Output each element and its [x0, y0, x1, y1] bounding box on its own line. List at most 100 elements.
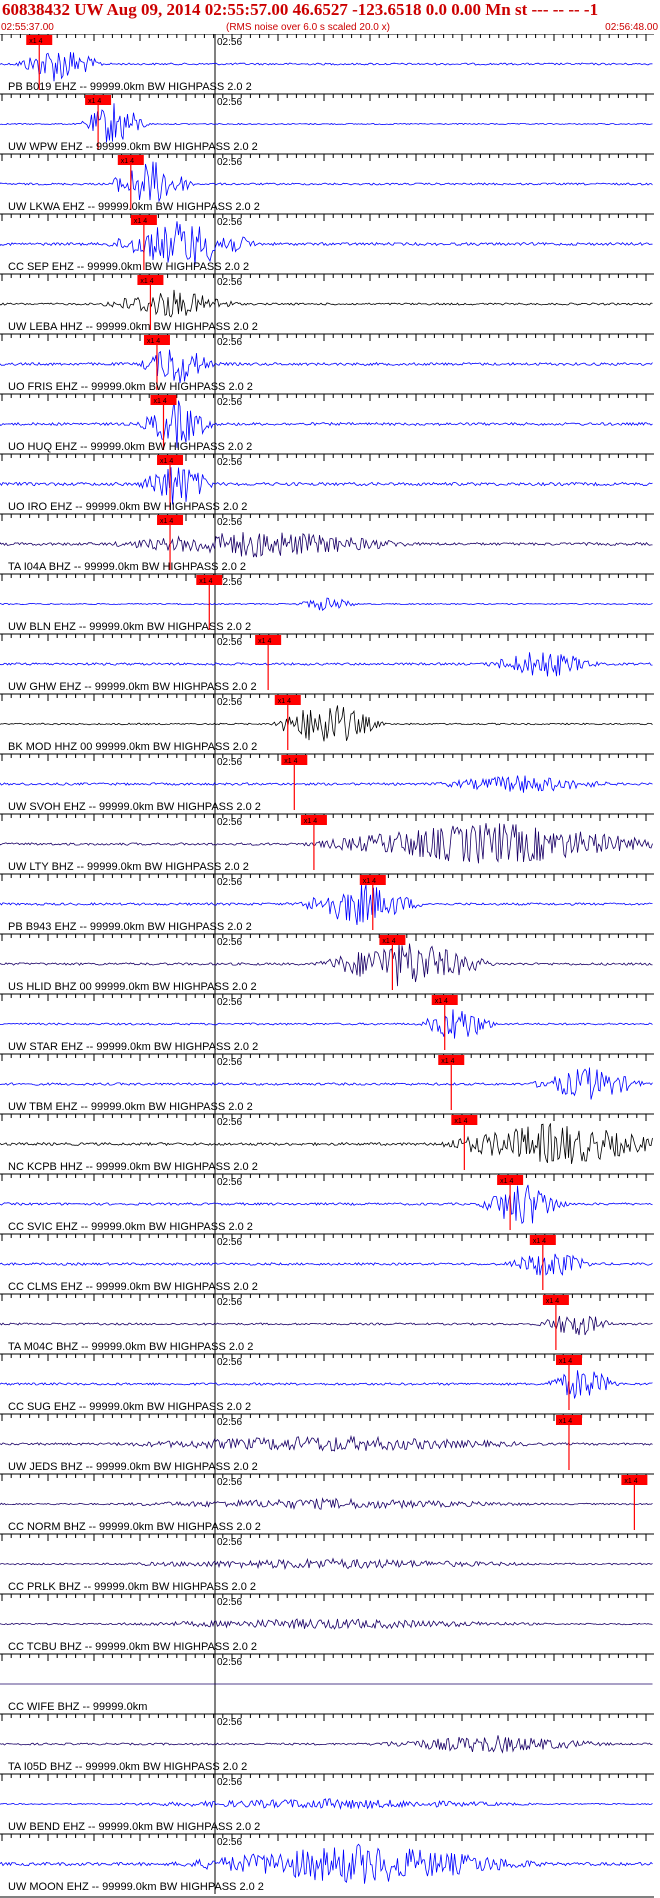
station-label: TA I04A BHZ -- 99999.0km BW HIGHPASS 2.0… [8, 561, 246, 573]
pick-label: x1 4 [559, 1358, 572, 1365]
minute-label: 02:56 [217, 1237, 242, 1248]
waveform [0, 221, 653, 266]
pick-label: x1 4 [160, 458, 173, 465]
trace-13: 02:56 x1 4 UW SVOH EHZ -- 99999.0km BW HIG… [0, 753, 654, 814]
rms-note: (RMS noise over 6.0 s scaled 20.0 x) [226, 22, 390, 33]
waveform [0, 1798, 653, 1810]
waveform [0, 823, 653, 864]
station-label: UO FRIS EHZ -- 99999.0km BW HIGHPASS 2.0… [8, 381, 253, 393]
pick-label: x1 4 [160, 518, 173, 525]
waveform [0, 1067, 653, 1100]
trace-21: 02:56 x1 4 CC CLMS EHZ -- 99999.0km BW HIG… [0, 1233, 654, 1294]
waveform [0, 597, 653, 611]
station-label: CC TCBU BHZ -- 99999.0km BW HIGHPASS 2.0… [8, 1641, 257, 1653]
seismogram-plot: 02:56 x1 4 PB B019 EHZ -- 99999.0km BW HIG… [0, 34, 654, 1898]
station-label: TA M04C BHZ -- 99999.0km BW HIGHPASS 2.0… [8, 1341, 253, 1353]
station-label: CC CLMS EHZ -- 99999.0km BW HIGHPASS 2.0… [8, 1281, 258, 1293]
trace-9: 02:56 x1 4 TA I04A BHZ -- 99999.0km BW HIG… [0, 513, 654, 574]
pick-label: x1 4 [121, 158, 134, 165]
trace-12: 02:56 x1 4 BK MOD HHZ 00 99999.0km BW HIGH… [0, 693, 654, 754]
minute-label: 02:56 [217, 457, 242, 468]
trace-29: 02:56 TA I05D BHZ -- 99999.0km BW HIGHPAS… [0, 1713, 654, 1774]
minute-label: 02:56 [217, 1297, 242, 1308]
station-label: UW MOON EHZ -- 99999.0km BW HIGHPASS 2.0… [8, 1881, 264, 1893]
trace-19: 02:56 x1 4 NC KCPB HHZ -- 99999.0km BW HIG… [0, 1113, 654, 1174]
station-label: CC NORM BHZ -- 99999.0km BW HIGHPASS 2.0… [8, 1521, 261, 1533]
trace-31: 02:56 UW MOON EHZ -- 99999.0km BW HIGHPAS… [0, 1833, 654, 1894]
station-label: CC WIFE BHZ -- 99999.0km [8, 1701, 147, 1713]
waveform [0, 1123, 653, 1164]
station-label: CC SVIC EHZ -- 99999.0km BW HIGHPASS 2.0… [8, 1221, 253, 1233]
waveform [0, 1184, 653, 1225]
minute-label: 02:56 [217, 697, 242, 708]
pick-label: x1 4 [29, 38, 42, 45]
minute-label: 02:56 [217, 1597, 242, 1608]
trace-6: 02:56 x1 4 UO FRIS EHZ -- 99999.0km BW HIG… [0, 333, 654, 394]
pick-label: x1 4 [154, 398, 167, 405]
waveform [0, 1009, 653, 1039]
station-label: CC PRLK BHZ -- 99999.0km BW HIGHPASS 2.0… [8, 1581, 256, 1593]
pick-label: x1 4 [546, 1298, 559, 1305]
station-label: UW WPW EHZ -- 99999.0km BW HIGHPASS 2.0 … [8, 141, 258, 153]
trace-25: 02:56 x1 4 CC NORM BHZ -- 99999.0km BW HIG… [0, 1473, 654, 1534]
waveform [0, 705, 653, 742]
pick-label: x1 4 [140, 278, 153, 285]
waveform [0, 942, 653, 987]
minute-label: 02:56 [217, 1537, 242, 1548]
minute-label: 02:56 [217, 1777, 242, 1788]
waveform [0, 1434, 653, 1452]
station-label: UW GHW EHZ -- 99999.0km BW HIGHPASS 2.0 … [8, 681, 257, 693]
minute-label: 02:56 [217, 97, 242, 108]
station-label: CC SUG EHZ -- 99999.0km BW HIGHPASS 2.0 … [8, 1401, 251, 1413]
pick-label: x1 4 [500, 1178, 513, 1185]
waveform [0, 1497, 653, 1510]
trace-20: 02:56 x1 4 CC SVIC EHZ -- 99999.0km BW HIG… [0, 1173, 654, 1234]
minute-label: 02:56 [217, 1417, 242, 1428]
trace-23: 02:56 x1 4 CC SUG EHZ -- 99999.0km BW HIGH… [0, 1353, 654, 1414]
trace-10: 02:56x1 4UW BLN EHZ -- 99999.0km BW HIGH… [0, 573, 654, 634]
trace-1: 02:56 x1 4 PB B019 EHZ -- 99999.0km BW HIG… [0, 34, 654, 94]
waveform [0, 52, 653, 82]
waveform [0, 652, 653, 677]
waveform [0, 1557, 653, 1570]
minute-label: 02:56 [217, 877, 242, 888]
pick-label: x1 4 [559, 1418, 572, 1425]
station-label: US HLID BHZ 00 99999.0km BW HIGHPASS 2.0… [8, 981, 257, 993]
pick-label: x1 4 [258, 638, 271, 645]
station-label: UW BEND EHZ -- 99999.0km BW HIGHPASS 2.0… [8, 1821, 260, 1833]
minute-label: 02:56 [217, 637, 242, 648]
waveform [0, 161, 653, 203]
minute-label: 02:56 [217, 1177, 242, 1188]
waveform [0, 775, 653, 793]
trace-22: 02:56 x1 4 TA M04C BHZ -- 99999.0km BW HIG… [0, 1293, 654, 1354]
minute-label: 02:56 [217, 1477, 242, 1488]
trace-4: 02:56 x1 4 CC SEP EHZ -- 99999.0km BW HIGH… [0, 213, 654, 274]
minute-label: 02:56 [217, 1837, 242, 1848]
trace-24: 02:56 x1 4 UW JEDS BHZ -- 99999.0km BW HIG… [0, 1413, 654, 1474]
station-label: BK MOD HHZ 00 99999.0km BW HIGHPASS 2.0 … [8, 741, 257, 753]
waveform [0, 532, 653, 558]
pick-label: x1 4 [284, 758, 297, 765]
event-title: 60838432 UW Aug 09, 2014 02:55:57.00 46.… [2, 0, 599, 19]
minute-label: 02:56 [217, 1657, 242, 1668]
minute-label: 02:56 [217, 37, 242, 48]
minute-label: 02:56 [217, 937, 242, 948]
pick-label: x1 4 [304, 818, 317, 825]
minute-label: 02:56 [217, 277, 242, 288]
waveform [0, 883, 653, 926]
minute-label: 02:56 [217, 157, 242, 168]
trace-30: 02:56 UW BEND EHZ -- 99999.0km BW HIGHPAS… [0, 1773, 654, 1834]
station-label: UO HUQ EHZ -- 99999.0km BW HIGHPASS 2.0 … [8, 441, 252, 453]
station-label: TA I05D BHZ -- 99999.0km BW HIGHPASS 2.0… [8, 1761, 247, 1773]
trace-18: 02:56 x1 4 UW TBM EHZ -- 99999.0km BW HIGH… [0, 1053, 654, 1114]
minute-label: 02:56 [217, 217, 242, 228]
station-label: UW LKWA EHZ -- 99999.0km BW HIGHPASS 2.0… [8, 201, 260, 213]
pick-label: x1 4 [441, 1058, 454, 1065]
station-label: UO IRO EHZ -- 99999.0km BW HIGHPASS 2.0 … [8, 501, 247, 513]
trace-28: 02:56 CC WIFE BHZ -- 99999.0km [0, 1653, 654, 1714]
start-time: 02:55:37.00 [1, 22, 54, 33]
pick-label: x1 4 [382, 938, 395, 945]
pick-label: x1 4 [533, 1238, 546, 1245]
waveform [0, 1370, 653, 1399]
pick-label: x1 4 [363, 878, 376, 885]
